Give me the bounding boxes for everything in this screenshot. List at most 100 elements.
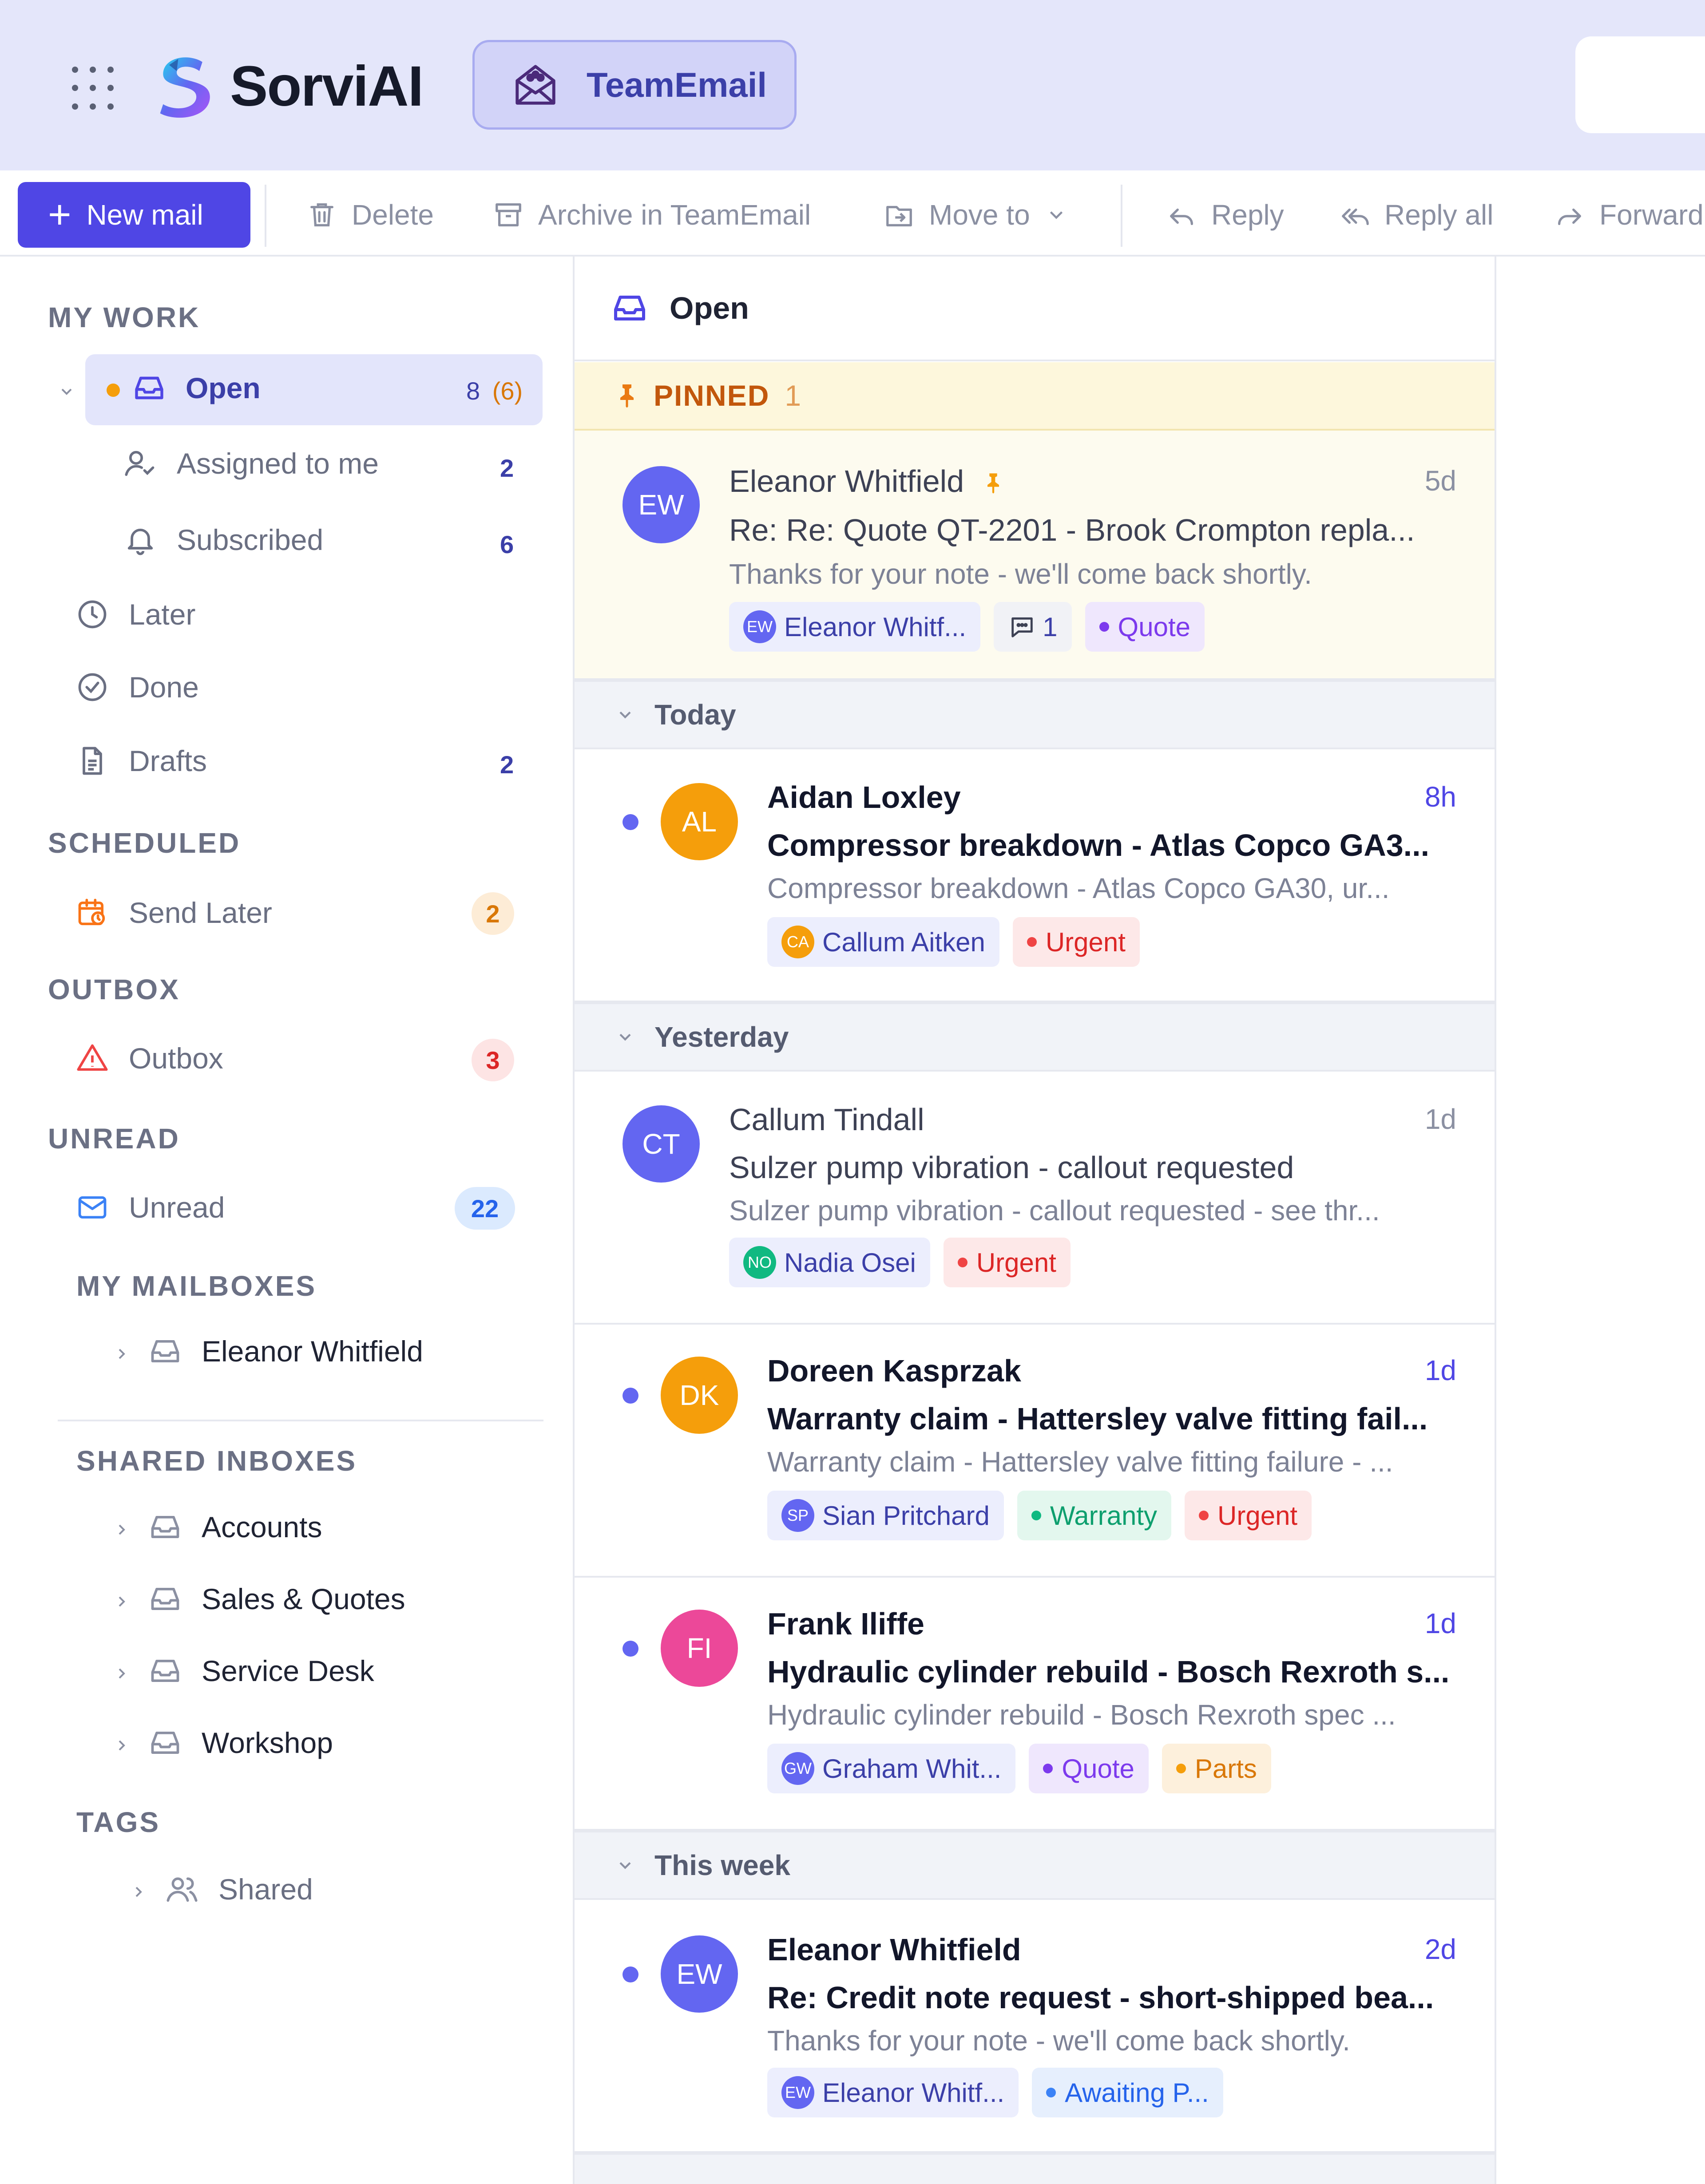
open-count-total: 8 xyxy=(466,377,480,405)
brand-logo[interactable]: SorviAI xyxy=(147,46,424,126)
message-subject: Hydraulic cylinder rebuild - Bosch Rexro… xyxy=(767,1654,1450,1689)
sender-text: Eleanor Whitfield xyxy=(729,464,964,499)
sidebar-divider xyxy=(58,1420,543,1421)
sidebar-item-label: Outbox xyxy=(129,1042,223,1075)
clock-icon xyxy=(78,600,107,629)
sidebar-open-label-wrap[interactable]: Open xyxy=(132,371,261,405)
assignee-chip[interactable]: CA Callum Aitken xyxy=(767,917,999,967)
tag-dot xyxy=(1046,2088,1056,2097)
assigned-count: 2 xyxy=(500,454,514,482)
sidebar-item-send-later[interactable]: Send Later xyxy=(75,896,272,930)
message-subject: Re: Credit note request - short-shipped … xyxy=(767,1980,1434,2015)
tag-label: Awaiting P... xyxy=(1065,2077,1209,2108)
new-mail-label: New mail xyxy=(86,199,203,231)
delete-button[interactable]: Delete xyxy=(306,193,434,237)
group-header-yesterday[interactable]: Yesterday xyxy=(575,1002,1495,1072)
new-mail-button[interactable]: + New mail xyxy=(18,182,250,248)
chevron-right-icon[interactable] xyxy=(113,1737,131,1754)
sidebar-item-label: Drafts xyxy=(129,744,207,777)
group-header-today[interactable]: Today xyxy=(575,680,1495,749)
tag-chip[interactable]: Awaiting P... xyxy=(1032,2068,1223,2117)
group-header-this-week[interactable]: This week xyxy=(575,1831,1495,1900)
team-email-label: TeamEmail xyxy=(587,65,767,104)
sidebar-item-subscribed[interactable]: Subscribed xyxy=(123,523,323,557)
section-scheduled: SCHEDULED xyxy=(48,827,241,859)
assignee-chip[interactable]: SP Sian Pritchard xyxy=(767,1491,1004,1540)
chevron-right-icon[interactable] xyxy=(113,1593,131,1610)
assignee-name: Nadia Osei xyxy=(784,1247,916,1278)
chevron-down-icon xyxy=(1050,211,1063,219)
tag-chip[interactable]: Parts xyxy=(1162,1744,1271,1793)
search-input[interactable] xyxy=(1575,36,1705,133)
forward-button[interactable]: Forward xyxy=(1554,193,1704,237)
user-check-icon xyxy=(125,451,155,476)
sidebar-item-outbox[interactable]: Outbox xyxy=(75,1041,223,1075)
list-item[interactable]: CT Callum Tindall 1d Sulzer pump vibrati… xyxy=(575,1072,1495,1325)
reply-button[interactable]: Reply xyxy=(1166,193,1284,237)
delete-label: Delete xyxy=(352,199,434,231)
message-subject: Warranty claim - Hattersley valve fittin… xyxy=(767,1401,1428,1436)
message-chips: EW Eleanor Whitf... Awaiting P... xyxy=(767,2068,1223,2117)
message-time: 1d xyxy=(1424,1607,1456,1639)
chevron-right-icon[interactable] xyxy=(130,1883,147,1901)
tag-label: Urgent xyxy=(976,1247,1056,1278)
sidebar-item-assigned[interactable]: Assigned to me xyxy=(123,447,379,480)
chevron-down-icon[interactable] xyxy=(58,383,75,400)
app-launcher-icon[interactable] xyxy=(67,61,115,110)
group-label: This week xyxy=(654,1849,790,1881)
tag-chip[interactable]: Urgent xyxy=(1185,1491,1312,1540)
list-item[interactable]: EW Eleanor Whitfield 5d Re: Re: Quote QT… xyxy=(575,431,1495,680)
section-tags: TAGS xyxy=(76,1806,161,1838)
move-to-button[interactable]: Move to xyxy=(884,193,1067,237)
group-label: Yesterday xyxy=(654,1021,789,1053)
list-item[interactable]: DK Doreen Kasprzak 1d Warranty claim - H… xyxy=(575,1325,1495,1578)
comment-count-chip[interactable]: 1 xyxy=(994,602,1072,652)
chevron-right-icon[interactable] xyxy=(113,1345,131,1363)
shared-inbox-label: Sales & Quotes xyxy=(202,1583,405,1615)
unread-dot xyxy=(623,1641,638,1657)
archive-button[interactable]: Archive in TeamEmail xyxy=(493,193,811,237)
mail-icon xyxy=(78,1196,107,1219)
shared-inbox-workshop[interactable]: Workshop xyxy=(148,1726,333,1760)
reply-all-button[interactable]: Reply all xyxy=(1339,193,1493,237)
assignee-chip[interactable]: EW Eleanor Whitf... xyxy=(767,2068,1019,2117)
assignee-avatar: EW xyxy=(743,610,776,643)
list-item[interactable]: EW Eleanor Whitfield 2d Re: Credit note … xyxy=(575,1900,1495,2153)
sidebar-item-drafts[interactable]: Drafts xyxy=(75,744,207,778)
document-icon xyxy=(83,747,102,775)
assignee-avatar: NO xyxy=(743,1246,776,1279)
sidebar-item-label: Assigned to me xyxy=(177,447,379,480)
message-chips: SP Sian Pritchard Warranty Urgent xyxy=(767,1491,1312,1540)
tag-shared[interactable]: Shared xyxy=(165,1872,313,1906)
sidebar-item-later[interactable]: Later xyxy=(75,597,195,631)
avatar: CT xyxy=(623,1105,700,1183)
sidebar-item-done[interactable]: Done xyxy=(75,670,199,704)
tag-chip[interactable]: Urgent xyxy=(943,1238,1071,1287)
assignee-name: Sian Pritchard xyxy=(822,1500,990,1531)
sender-name: Callum Tindall xyxy=(729,1102,924,1137)
chevron-right-icon[interactable] xyxy=(113,1521,131,1539)
shared-inbox-sales-quotes[interactable]: Sales & Quotes xyxy=(148,1582,405,1616)
team-email-switch[interactable]: TeamEmail xyxy=(472,40,797,130)
list-item[interactable]: AL Aidan Loxley 8h Compressor breakdown … xyxy=(575,749,1495,1002)
mailbox-eleanor[interactable]: Eleanor Whitfield xyxy=(148,1334,423,1368)
assignee-chip[interactable]: NO Nadia Osei xyxy=(729,1238,930,1287)
message-chips: EW Eleanor Whitf... 1 Quote xyxy=(729,602,1205,652)
assignee-chip[interactable]: GW Graham Whit... xyxy=(767,1744,1016,1793)
avatar: DK xyxy=(661,1357,738,1434)
tag-chip[interactable]: Warranty xyxy=(1017,1491,1172,1540)
tag-label: Quote xyxy=(1118,612,1190,642)
tag-chip[interactable]: Quote xyxy=(1029,1744,1149,1793)
sidebar-item-unread[interactable]: Unread xyxy=(75,1191,225,1224)
assignee-chip[interactable]: EW Eleanor Whitf... xyxy=(729,602,981,652)
tag-chip[interactable]: Quote xyxy=(1085,602,1205,652)
message-time: 2d xyxy=(1424,1933,1456,1965)
shared-inbox-accounts[interactable]: Accounts xyxy=(148,1510,322,1544)
pinned-section-header[interactable]: PINNED 1 xyxy=(575,362,1495,431)
tag-dot xyxy=(1199,1511,1209,1520)
tag-chip[interactable]: Urgent xyxy=(1012,917,1140,967)
shared-inbox-service-desk[interactable]: Service Desk xyxy=(148,1654,374,1688)
list-item[interactable]: FI Frank Iliffe 1d Hydraulic cylinder re… xyxy=(575,1578,1495,1831)
chevron-right-icon[interactable] xyxy=(113,1665,131,1682)
message-subject: Sulzer pump vibration - callout requeste… xyxy=(729,1150,1294,1185)
